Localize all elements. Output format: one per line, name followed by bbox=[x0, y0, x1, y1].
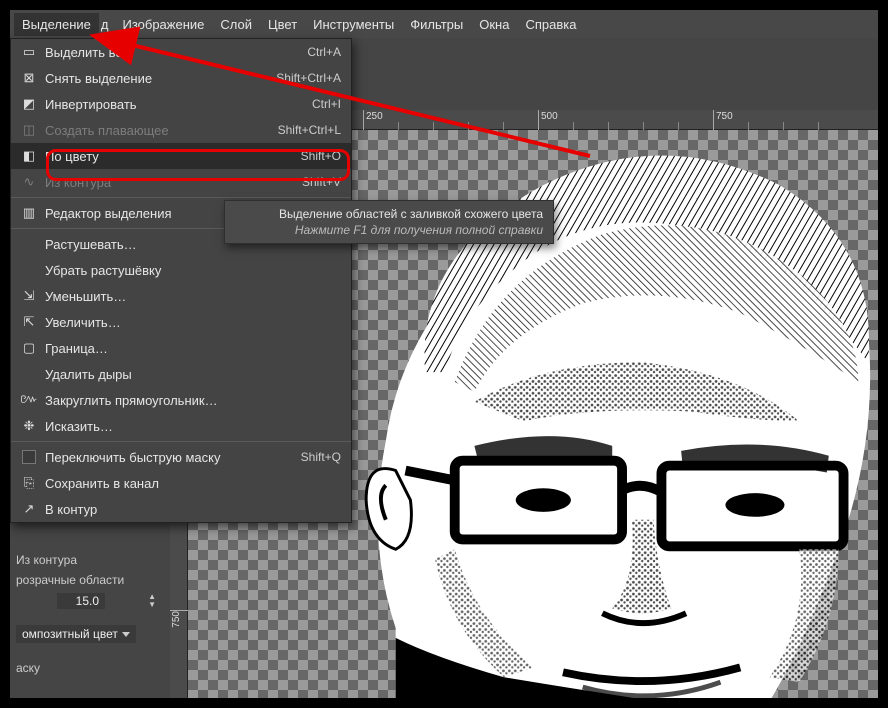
opt-threshold-row: 15.0 ▲ ▼ bbox=[10, 590, 162, 612]
ruler-label: 750 bbox=[171, 611, 182, 628]
menuitem-floating: ◫ Создать плавающее Shift+Ctrl+L bbox=[11, 117, 351, 143]
select-by-mode[interactable]: омпозитный цвет bbox=[16, 625, 136, 643]
to-path-icon: ↗ bbox=[21, 501, 37, 517]
menuitem-by-color[interactable]: ◧ По цвету Shift+O bbox=[11, 143, 351, 169]
select-all-icon: ▭ bbox=[21, 44, 37, 60]
distort-icon: ❉ bbox=[21, 418, 37, 434]
ruler-label: 500 bbox=[541, 111, 558, 122]
menu-tools[interactable]: Инструменты bbox=[305, 13, 402, 36]
menuitem-select-all[interactable]: ▭ Выделить всё Ctrl+A bbox=[11, 39, 351, 65]
menuitem-invert[interactable]: ◩ Инвертировать Ctrl+I bbox=[11, 91, 351, 117]
stepper-down-icon[interactable]: ▼ bbox=[148, 601, 156, 609]
menuitem-border[interactable]: ▢ Граница… bbox=[11, 335, 351, 361]
shrink-icon: ⇲ bbox=[21, 288, 37, 304]
menu-windows[interactable]: Окна bbox=[471, 13, 517, 36]
menuitem-toggle-quickmask[interactable]: Переключить быструю маску Shift+Q bbox=[11, 444, 351, 470]
menu-colors[interactable]: Цвет bbox=[260, 13, 305, 36]
tooltip-hint: Нажмите F1 для получения полной справки bbox=[235, 223, 543, 237]
menu-separator bbox=[11, 197, 351, 198]
menuitem-distort[interactable]: ❉ Исказить… bbox=[11, 413, 351, 439]
menuitem-remove-holes[interactable]: Удалить дыры bbox=[11, 361, 351, 387]
invert-icon: ◩ bbox=[21, 96, 37, 112]
menu-select[interactable]: Выделение bbox=[14, 13, 99, 36]
opt-transparent-areas[interactable]: розрачные области bbox=[10, 570, 162, 590]
menu-view-partial[interactable]: д bbox=[99, 13, 115, 36]
menuitem-from-path: ∿ Из контура Shift+V bbox=[11, 169, 351, 195]
tooltip: Выделение областей с заливкой схожего цв… bbox=[224, 200, 554, 244]
menu-filters[interactable]: Фильтры bbox=[402, 13, 471, 36]
save-channel-icon: ⎘ bbox=[21, 475, 37, 491]
quickmask-icon bbox=[21, 449, 37, 465]
menu-layer[interactable]: Слой bbox=[212, 13, 260, 36]
menuitem-select-none[interactable]: ⊠ Снять выделение Shift+Ctrl+A bbox=[11, 65, 351, 91]
floating-icon: ◫ bbox=[21, 122, 37, 138]
menuitem-sharpen[interactable]: Убрать растушёвку bbox=[11, 257, 351, 283]
menuitem-shrink[interactable]: ⇲ Уменьшить… bbox=[11, 283, 351, 309]
select-menu-dropdown: ▭ Выделить всё Ctrl+A ⊠ Снять выделение … bbox=[10, 38, 352, 523]
opt-label: розрачные области bbox=[16, 573, 124, 587]
threshold-input[interactable]: 15.0 bbox=[57, 593, 105, 609]
ruler-label: 750 bbox=[716, 111, 733, 122]
chevron-down-icon bbox=[122, 632, 130, 637]
tooltip-title: Выделение областей с заливкой схожего цв… bbox=[235, 207, 543, 221]
menu-help[interactable]: Справка bbox=[517, 13, 584, 36]
menu-image[interactable]: Изображение bbox=[114, 13, 212, 36]
menuitem-round-rect[interactable]: ៚ Закруглить прямоугольник… bbox=[11, 387, 351, 413]
grow-icon: ⇱ bbox=[21, 314, 37, 330]
menu-separator bbox=[11, 441, 351, 442]
menubar: Выделение д Изображение Слой Цвет Инстру… bbox=[10, 10, 878, 38]
from-path-icon: ∿ bbox=[21, 174, 37, 190]
select-none-icon: ⊠ bbox=[21, 70, 37, 86]
select-by-label: омпозитный цвет bbox=[22, 627, 118, 641]
menuitem-to-path[interactable]: ↗ В контур bbox=[11, 496, 351, 522]
menuitem-grow[interactable]: ⇱ Увеличить… bbox=[11, 309, 351, 335]
menuitem-save-to-channel[interactable]: ⎘ Сохранить в канал bbox=[11, 470, 351, 496]
opt-label: аску bbox=[16, 661, 40, 675]
link-icon: ៚ bbox=[21, 392, 37, 408]
tool-options: Из контура розрачные области 15.0 ▲ ▼ ом… bbox=[10, 550, 162, 678]
ruler-label: 250 bbox=[366, 111, 383, 122]
opt-label: Из контура bbox=[16, 553, 77, 567]
editor-icon: ▥ bbox=[21, 205, 37, 221]
by-color-icon: ◧ bbox=[21, 148, 37, 164]
opt-mask-row[interactable]: аску bbox=[10, 658, 162, 678]
border-icon: ▢ bbox=[21, 340, 37, 356]
opt-partial-1: Из контура bbox=[10, 550, 162, 570]
